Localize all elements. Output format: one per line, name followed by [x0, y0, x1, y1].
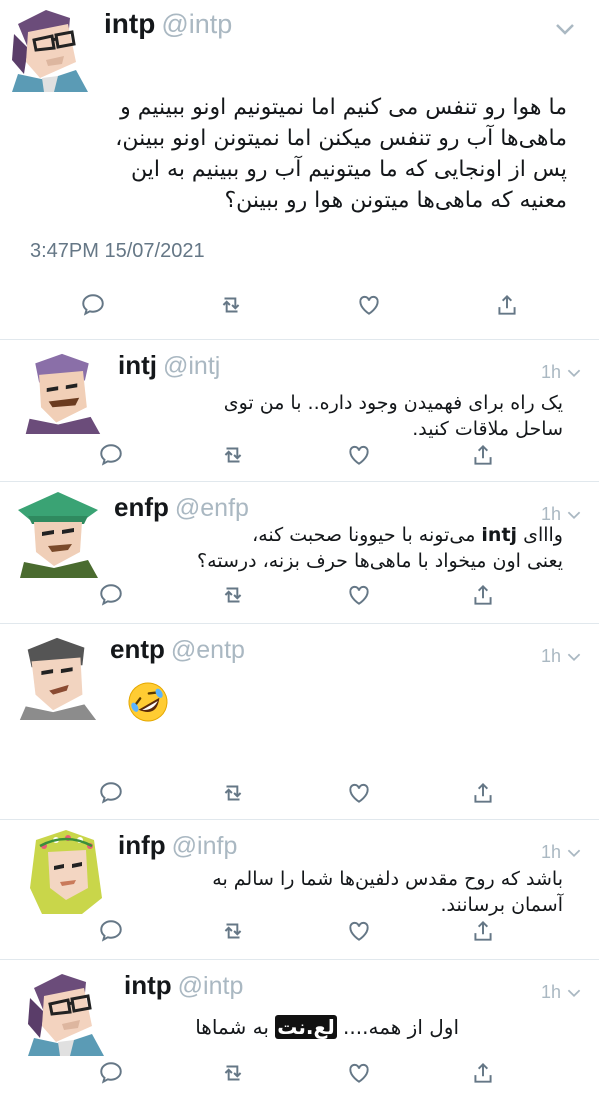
retweet-icon[interactable] [218, 292, 244, 318]
reply-actions [0, 1060, 599, 1090]
reply-text: وااای intj می‌تونه با حیوونا صحبت کنه، ی… [103, 522, 563, 574]
reply-tweet[interactable]: enfp @enfp 1h وااای intj می‌تونه با حیوون… [0, 482, 599, 624]
author-display-name[interactable]: intp [104, 8, 155, 39]
reply-icon[interactable] [98, 780, 124, 806]
chevron-down-icon[interactable] [555, 22, 575, 36]
like-icon[interactable] [346, 918, 372, 944]
reply-time: 1h [540, 646, 561, 666]
author-handle[interactable]: @infp [172, 832, 238, 860]
chevron-down-icon[interactable] [567, 986, 581, 1000]
tweet-timestamp: 3:47PM 15/07/2021 [30, 240, 205, 262]
author-display-name[interactable]: infp [118, 830, 166, 860]
reply-text-part: اول از همه.... [336, 1015, 459, 1039]
avatar-intp[interactable] [6, 4, 94, 92]
author-name[interactable]: intp @intp [124, 970, 243, 1001]
author-handle[interactable]: @entp [171, 636, 245, 664]
reply-actions [0, 780, 599, 810]
chevron-down-icon[interactable] [567, 508, 581, 522]
author-handle[interactable]: @intj [163, 352, 220, 380]
reply-tweet[interactable]: entp @entp 1h [0, 624, 599, 820]
reply-time: 1h [540, 362, 561, 382]
reply-text: یک راه برای فهمیدن وجود داره.. با من توی… [223, 392, 563, 440]
reply-icon[interactable] [98, 918, 124, 944]
avatar-intp[interactable] [22, 968, 110, 1056]
reply-actions [0, 918, 599, 948]
reply-tweet[interactable]: infp @infp 1h باشد که روح مقدس دلفین‌ها ش… [0, 820, 599, 960]
reply-icon[interactable] [98, 1060, 124, 1086]
share-icon[interactable] [470, 1060, 496, 1086]
author-handle[interactable]: @enfp [175, 494, 249, 522]
rolling-on-floor-laughing-emoji [126, 680, 170, 724]
tweet-text: ما هوا رو تنفس می کنیم اما نمیتونیم اونو… [115, 95, 567, 213]
author-display-name[interactable]: entp [110, 634, 165, 664]
retweet-icon[interactable] [220, 442, 246, 468]
author-display-name[interactable]: intj [118, 350, 157, 380]
main-tweet[interactable]: intp @intp ما هوا رو تنفس می کنیم اما نمی… [0, 0, 599, 340]
retweet-icon[interactable] [220, 1060, 246, 1086]
author-handle[interactable]: @intp [178, 972, 244, 1000]
chevron-down-icon[interactable] [567, 846, 581, 860]
share-icon[interactable] [470, 780, 496, 806]
author-display-name[interactable]: intp [124, 970, 172, 1000]
share-icon[interactable] [470, 442, 496, 468]
share-icon[interactable] [494, 292, 520, 318]
reply-time: 1h [540, 982, 561, 1002]
like-icon[interactable] [356, 292, 382, 318]
tweet-actions [0, 292, 599, 322]
like-icon[interactable] [346, 442, 372, 468]
retweet-icon[interactable] [220, 582, 246, 608]
author-display-name[interactable]: enfp [114, 492, 169, 522]
reply-time: 1h [540, 842, 561, 862]
reply-actions [0, 442, 599, 472]
author-name[interactable]: intj @intj [118, 350, 220, 381]
reply-icon[interactable] [98, 442, 124, 468]
share-icon[interactable] [470, 918, 496, 944]
reply-tweet[interactable]: intp @intp 1h اول از همه.... لع.نت به شما… [0, 960, 599, 1095]
reply-text: اول از همه.... لع.نت به شماها [79, 1014, 459, 1040]
author-name[interactable]: infp @infp [118, 830, 237, 861]
avatar-infp[interactable] [22, 828, 110, 916]
reply-text-mention: intj [481, 524, 518, 546]
reply-text-part: به شماها [195, 1015, 276, 1039]
reply-icon[interactable] [80, 292, 106, 318]
retweet-icon[interactable] [220, 780, 246, 806]
reply-actions [0, 582, 599, 612]
retweet-icon[interactable] [220, 918, 246, 944]
reply-tweet[interactable]: intj @intj 1h یک راه برای فهمیدن وجود دار… [0, 340, 599, 482]
author-name[interactable]: intp @intp [104, 8, 232, 40]
author-name[interactable]: entp @entp [110, 634, 245, 665]
author-handle[interactable]: @intp [161, 9, 232, 39]
avatar-intj[interactable] [20, 350, 104, 434]
reply-icon[interactable] [98, 582, 124, 608]
avatar-entp[interactable] [14, 634, 100, 720]
share-icon[interactable] [470, 582, 496, 608]
reply-text: باشد که روح مقدس دلفین‌ها شما را سالم به… [212, 868, 563, 916]
censored-word: لع.نت [275, 1015, 337, 1039]
avatar-enfp[interactable] [14, 490, 102, 578]
chevron-down-icon[interactable] [567, 366, 581, 380]
like-icon[interactable] [346, 780, 372, 806]
reply-text-part: وااای [517, 524, 563, 546]
author-name[interactable]: enfp @enfp [114, 492, 249, 523]
like-icon[interactable] [346, 582, 372, 608]
like-icon[interactable] [346, 1060, 372, 1086]
chevron-down-icon[interactable] [567, 650, 581, 664]
